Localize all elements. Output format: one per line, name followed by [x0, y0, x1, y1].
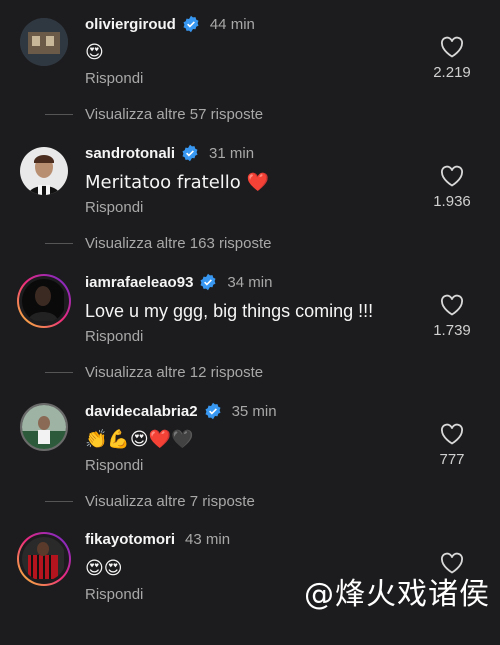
username[interactable]: davidecalabria2 [85, 403, 198, 420]
like-count: 777 [439, 451, 465, 468]
username[interactable]: oliviergiroud [85, 16, 176, 33]
view-more-replies[interactable]: Visualizza altre 12 risposte [45, 364, 263, 381]
view-more-replies[interactable]: Visualizza altre 163 risposte [45, 235, 272, 252]
like-count: 2.219 [433, 64, 471, 81]
username[interactable]: iamrafaeleao93 [85, 274, 193, 291]
timestamp: 44 min [209, 15, 255, 33]
comment-item: sandrotonali 31 min Meritatoo fratello ❤… [0, 129, 500, 258]
timestamp: 31 min [209, 144, 255, 162]
divider-line [45, 501, 73, 502]
like-count: 1.739 [433, 322, 471, 339]
heart-icon[interactable] [440, 36, 464, 58]
comment-header: fikayotomori 43 min [85, 531, 230, 548]
heart-icon[interactable] [440, 165, 464, 187]
comment-item: davidecalabria2 35 min 👏💪😍❤️🖤 Rispondi 7… [0, 387, 500, 516]
avatar[interactable] [20, 18, 68, 66]
view-more-replies[interactable]: Visualizza altre 57 risposte [45, 106, 263, 123]
comment-header: sandrotonali 31 min [85, 144, 254, 162]
avatar-image [22, 279, 66, 323]
verified-badge-icon [182, 144, 198, 162]
like-control: 1.739 [422, 294, 482, 339]
verified-badge-icon [205, 402, 221, 420]
avatar[interactable] [17, 274, 71, 328]
like-control: 2.219 [422, 36, 482, 81]
reply-button[interactable]: Rispondi [85, 199, 143, 216]
avatar-image [22, 537, 66, 581]
heart-icon[interactable] [440, 294, 464, 316]
reply-button[interactable]: Rispondi [85, 328, 143, 345]
comment-header: iamrafaeleao93 34 min [85, 273, 272, 291]
avatar[interactable] [20, 403, 68, 451]
username[interactable]: fikayotomori [85, 531, 175, 548]
view-more-label[interactable]: Visualizza altre 7 risposte [85, 493, 255, 510]
divider-line [45, 243, 73, 244]
comment-item: iamrafaeleao93 34 min Love u my ggg, big… [0, 258, 500, 387]
heart-icon[interactable] [440, 423, 464, 445]
comment-text: 😍😍 [85, 558, 123, 579]
reply-button[interactable]: Rispondi [85, 586, 143, 603]
verified-badge-icon [200, 273, 216, 291]
view-more-label[interactable]: Visualizza altre 12 risposte [85, 364, 263, 381]
view-more-replies[interactable]: Visualizza altre 7 risposte [45, 493, 255, 510]
watermark: @烽火戏诸侯 [304, 577, 490, 612]
comment-header: oliviergiroud 44 min [85, 15, 255, 33]
view-more-label[interactable]: Visualizza altre 57 risposte [85, 106, 263, 123]
like-count: 1.936 [433, 193, 471, 210]
avatar[interactable] [20, 147, 68, 195]
comment-header: davidecalabria2 35 min [85, 402, 277, 420]
like-control: 777 [422, 423, 482, 468]
reply-button[interactable]: Rispondi [85, 457, 143, 474]
comment-item: oliviergiroud 44 min 😍 Rispondi 2.219 Vi… [0, 0, 500, 129]
like-control: 1.936 [422, 165, 482, 210]
verified-badge-icon [183, 15, 199, 33]
comment-text: 😍 [85, 42, 104, 63]
reply-button[interactable]: Rispondi [85, 70, 143, 87]
view-more-label[interactable]: Visualizza altre 163 risposte [85, 235, 272, 252]
timestamp: 35 min [231, 402, 277, 420]
comment-text: 👏💪😍❤️🖤 [85, 429, 194, 450]
divider-line [45, 114, 73, 115]
username[interactable]: sandrotonali [85, 145, 175, 162]
comment-text: Love u my ggg, big things coming !!! [85, 301, 374, 321]
divider-line [45, 372, 73, 373]
timestamp: 43 min [185, 531, 231, 548]
avatar[interactable] [17, 532, 71, 586]
comment-text: Meritatoo fratello ❤️ [85, 172, 269, 193]
timestamp: 34 min [227, 273, 273, 291]
